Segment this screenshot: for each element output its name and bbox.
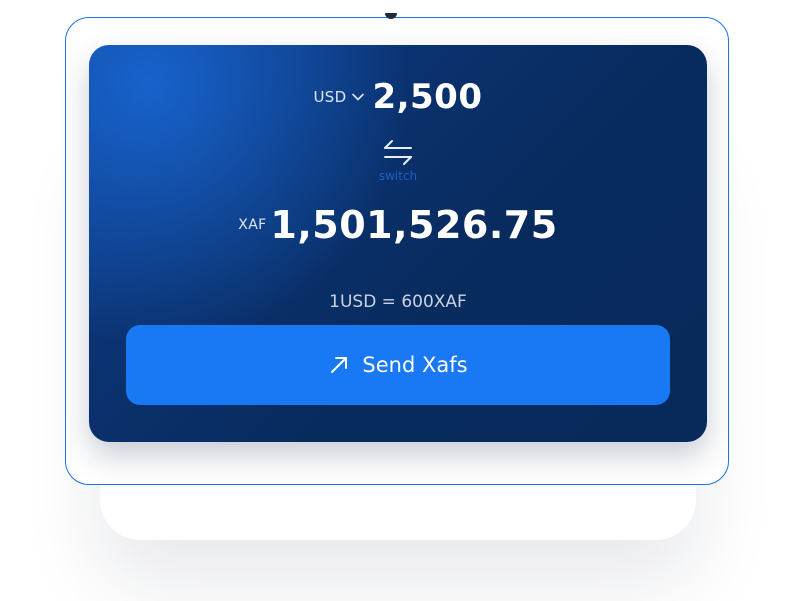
converter-card: USD 2,500 switch XAF 1,501,526.75 1USD =… <box>89 45 707 442</box>
to-amount-value: 1,501,526.75 <box>270 203 558 247</box>
exchange-rate-text: 1USD = 600XAF <box>329 292 467 312</box>
from-currency-selector[interactable]: USD <box>314 88 347 106</box>
send-button-label: Send Xafs <box>362 353 468 377</box>
from-amount-input[interactable]: 2,500 <box>372 77 482 117</box>
exchange-rate-row: 1USD = 600XAF <box>89 291 707 313</box>
swap-arrows-icon <box>384 140 412 165</box>
send-xafs-button[interactable]: Send Xafs <box>126 325 670 405</box>
to-amount-row: XAF 1,501,526.75 <box>89 200 707 250</box>
chevron-down-icon[interactable] <box>350 89 366 105</box>
to-currency-label: XAF <box>238 217 267 233</box>
switch-label: switch <box>378 169 418 183</box>
from-currency-label: USD <box>313 88 347 106</box>
from-amount-row: USD 2,500 <box>89 77 707 117</box>
switch-button[interactable]: switch <box>89 138 707 183</box>
arrow-up-right-icon <box>331 357 348 373</box>
